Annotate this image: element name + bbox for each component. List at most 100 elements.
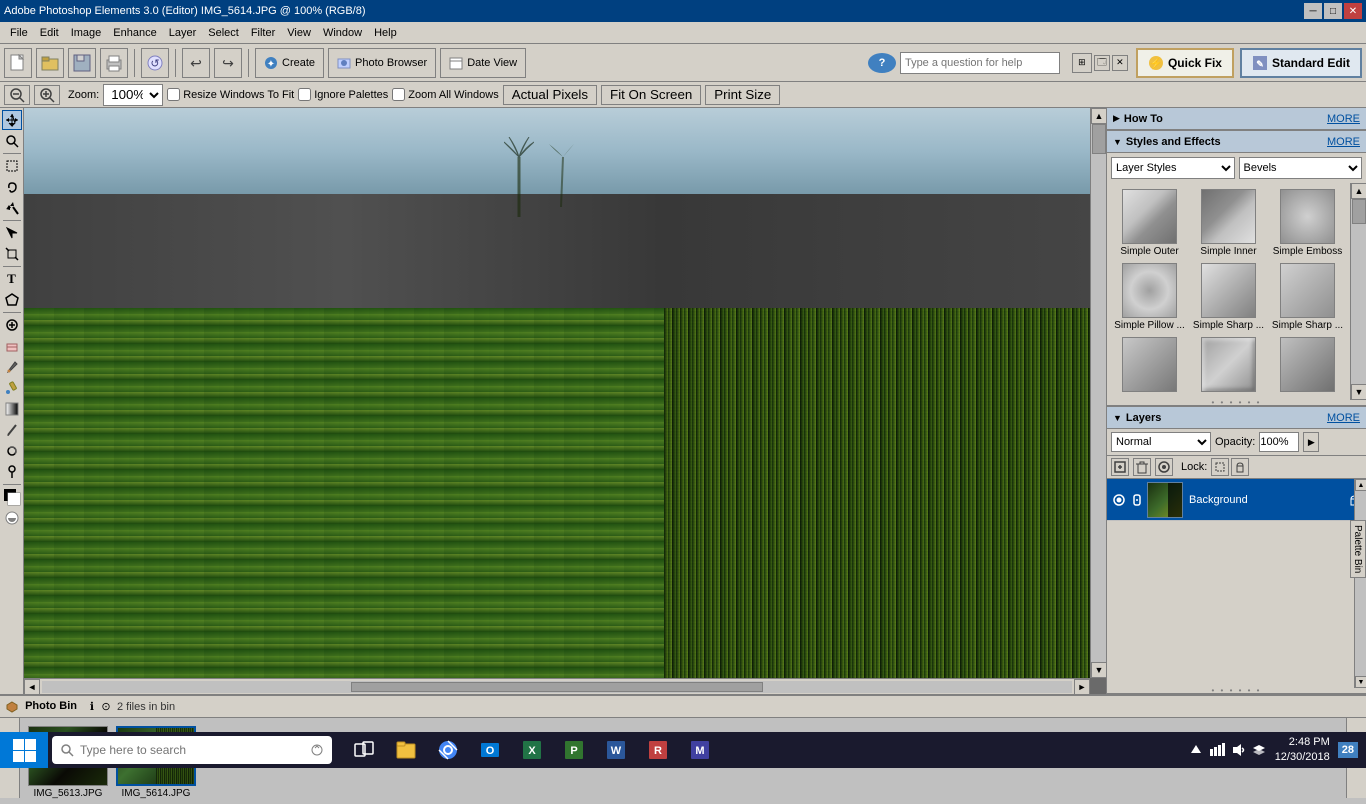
menu-image[interactable]: Image <box>65 25 108 41</box>
style-item-row3a[interactable] <box>1113 337 1186 394</box>
styles-scroll-up[interactable]: ▲ <box>1351 183 1366 199</box>
tool-foreground-color[interactable] <box>2 487 22 507</box>
layers-collapse[interactable]: ▼ <box>1113 413 1122 423</box>
close-button[interactable]: ✕ <box>1344 3 1362 19</box>
network-icon[interactable] <box>1209 743 1225 757</box>
tool-healing-brush[interactable] <box>2 315 22 335</box>
scroll-thumb-horizontal[interactable] <box>351 682 763 692</box>
how-to-more-button[interactable]: MORE <box>1327 113 1360 125</box>
zoom-select[interactable]: 100%50%200% <box>103 84 163 106</box>
tool-eyedropper[interactable] <box>2 378 22 398</box>
layers-scroll-down[interactable]: ▼ <box>1355 676 1366 688</box>
restore-button[interactable]: 🗔 <box>1094 55 1110 71</box>
styles-scroll-down[interactable]: ▼ <box>1351 384 1366 400</box>
print-button[interactable] <box>100 48 128 78</box>
taskbar-app-custom2[interactable]: M <box>680 732 720 768</box>
tool-eraser[interactable] <box>2 336 22 356</box>
scroll-right-button[interactable]: ► <box>1074 679 1090 695</box>
taskbar-app-excel[interactable]: X <box>512 732 552 768</box>
style-item-simple-outer[interactable]: Simple Outer <box>1113 189 1186 257</box>
new-layer-button[interactable] <box>1111 458 1129 476</box>
styles-effects-more-button[interactable]: MORE <box>1327 136 1360 148</box>
standard-edit-button[interactable]: ✎ Standard Edit <box>1240 48 1362 78</box>
resize-windows-checkbox[interactable] <box>167 88 180 101</box>
redo-button[interactable]: ↪ <box>214 48 242 78</box>
tool-zoom[interactable] <box>2 131 22 151</box>
style-item-row3b[interactable] <box>1192 337 1265 394</box>
style-item-simple-sharp1[interactable]: Simple Sharp ... <box>1192 263 1265 331</box>
save-button[interactable] <box>68 48 96 78</box>
blend-mode-select[interactable]: Normal Dissolve Multiply Screen <box>1111 432 1211 452</box>
menu-select[interactable]: Select <box>202 25 245 41</box>
taskbar-search-box[interactable] <box>52 736 332 764</box>
scroll-track-vertical[interactable] <box>1091 124 1106 662</box>
menu-filter[interactable]: Filter <box>245 25 281 41</box>
menu-layer[interactable]: Layer <box>163 25 203 41</box>
print-size-button[interactable]: Print Size <box>705 85 780 105</box>
style-item-simple-sharp2[interactable]: Simple Sharp ... <box>1271 263 1344 331</box>
date-view-button[interactable]: Date View <box>440 48 526 78</box>
menu-edit[interactable]: Edit <box>34 25 65 41</box>
opacity-arrow-button[interactable]: ▶ <box>1303 432 1319 452</box>
taskbar-notification-badge[interactable]: 28 <box>1338 742 1358 758</box>
close-panel-button[interactable]: ✕ <box>1112 55 1128 71</box>
taskbar-app-project[interactable]: P <box>554 732 594 768</box>
tool-lasso[interactable] <box>2 177 22 197</box>
taskbar-clock[interactable]: 2:48 PM 12/30/2018 <box>1275 735 1330 766</box>
scroll-down-button[interactable]: ▼ <box>1091 662 1106 678</box>
styles-scroll-thumb[interactable] <box>1352 199 1366 224</box>
maximize-button[interactable]: □ <box>1324 3 1342 19</box>
style-item-simple-pillow[interactable]: Simple Pillow ... <box>1113 263 1186 331</box>
ignore-palettes-checkbox[interactable] <box>298 88 311 101</box>
taskbar-app-chrome[interactable] <box>428 732 468 768</box>
menu-help[interactable]: Help <box>368 25 403 41</box>
style-item-simple-emboss[interactable]: Simple Emboss <box>1271 189 1344 257</box>
tool-rectangular-marquee[interactable] <box>2 156 22 176</box>
taskbar-app-custom1[interactable]: R <box>638 732 678 768</box>
zoom-out-button[interactable] <box>4 85 30 105</box>
layer-style-button[interactable] <box>1155 458 1173 476</box>
layers-scroll-up[interactable]: ▲ <box>1355 479 1366 491</box>
quick-fix-button[interactable]: ⚡ Quick Fix <box>1136 48 1234 78</box>
tool-magic-wand[interactable] <box>2 198 22 218</box>
opacity-input[interactable] <box>1259 432 1299 452</box>
style-item-simple-inner[interactable]: Simple Inner <box>1192 189 1265 257</box>
start-button[interactable] <box>0 732 48 768</box>
tool-gradient[interactable] <box>2 399 22 419</box>
tool-brush[interactable] <box>2 357 22 377</box>
new-file-button[interactable] <box>4 48 32 78</box>
tool-custom-shape[interactable] <box>2 290 22 310</box>
scroll-up-button[interactable]: ▲ <box>1091 108 1106 124</box>
styles-effects-collapse[interactable]: ▼ <box>1113 137 1122 147</box>
grid-view-button[interactable]: ⊞ <box>1072 53 1092 73</box>
create-button[interactable]: ✦ Create <box>255 48 324 78</box>
menu-view[interactable]: View <box>281 25 317 41</box>
minimize-button[interactable]: ─ <box>1304 3 1322 19</box>
canvas-horizontal-scrollbar[interactable]: ◄ ► <box>24 678 1090 694</box>
volume-icon[interactable] <box>1231 743 1245 757</box>
taskbar-app-outlook[interactable]: O <box>470 732 510 768</box>
zoom-all-checkbox[interactable] <box>392 88 405 101</box>
taskbar-app-word[interactable]: W <box>596 732 636 768</box>
taskbar-app-files[interactable] <box>386 732 426 768</box>
menu-window[interactable]: Window <box>317 25 368 41</box>
delete-layer-button[interactable] <box>1133 458 1151 476</box>
scroll-thumb-vertical[interactable] <box>1092 124 1106 154</box>
tool-sharpen[interactable] <box>2 441 22 461</box>
palette-bin-toggle[interactable]: Palette Bin <box>1350 520 1366 578</box>
help-search-input[interactable] <box>900 52 1060 74</box>
canvas-image[interactable] <box>24 108 1090 678</box>
lock-image-button[interactable] <box>1231 458 1249 476</box>
zoom-in-button[interactable] <box>34 85 60 105</box>
tool-move[interactable] <box>2 110 22 130</box>
tool-crop[interactable] <box>2 244 22 264</box>
taskbar-app-taskview[interactable] <box>344 732 384 768</box>
scroll-track-horizontal[interactable] <box>42 681 1072 693</box>
styles-category-select[interactable]: Layer Styles Filters Photo Effects <box>1111 157 1235 179</box>
styles-type-select[interactable]: Bevels Drop Shadows Glows Inner Glows <box>1239 157 1363 179</box>
tool-type[interactable]: T <box>2 269 22 289</box>
help-button[interactable]: ? <box>868 53 896 73</box>
canvas-vertical-scrollbar[interactable]: ▲ ▼ <box>1090 108 1106 678</box>
styles-resize-handle[interactable]: • • • • • • <box>1107 400 1366 406</box>
dropbox-icon[interactable] <box>1251 743 1267 757</box>
